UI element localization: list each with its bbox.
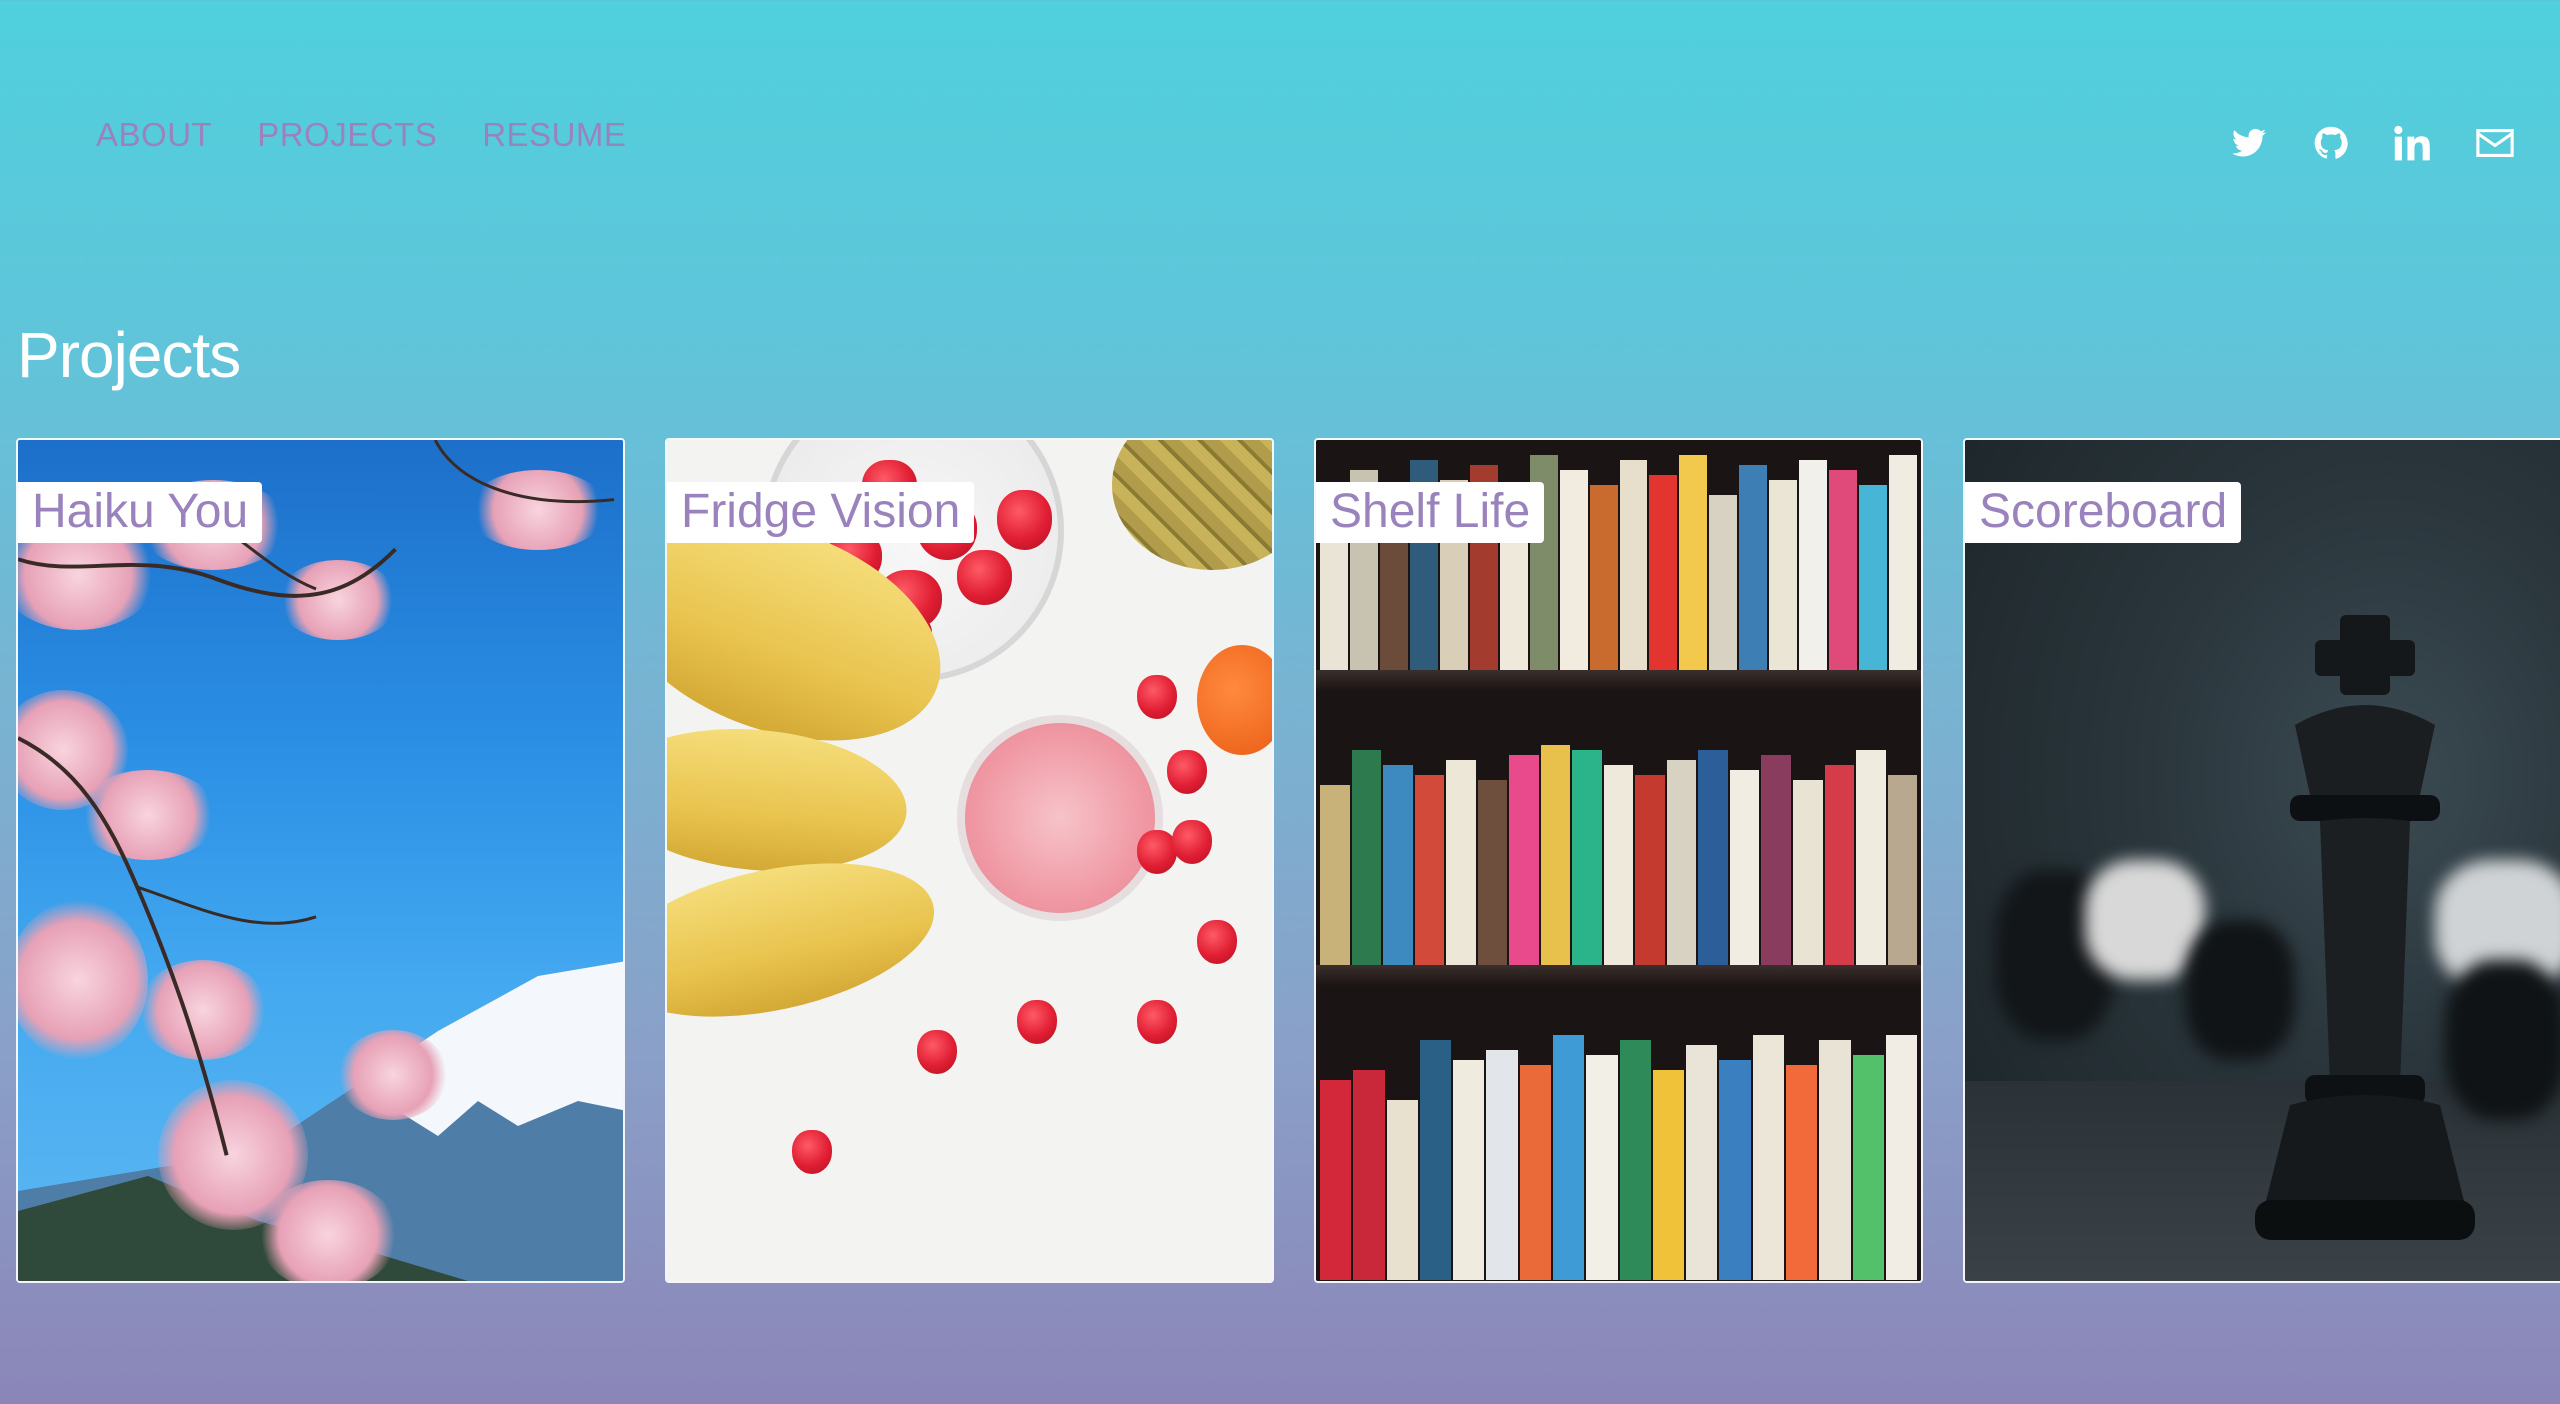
project-grid: Haiku You Fridge Vision Shelf Life Score… xyxy=(16,438,2560,1283)
page-title: Projects xyxy=(17,319,241,391)
social-links xyxy=(2230,124,2514,162)
nav-about-link[interactable]: ABOUT xyxy=(96,116,212,154)
project-card-fridge-vision[interactable]: Fridge Vision xyxy=(665,438,1274,1283)
chess-king-piece xyxy=(2255,615,2475,1240)
cherry-blossom-image xyxy=(18,440,623,1281)
project-title: Scoreboard xyxy=(1965,482,2242,543)
project-title: Shelf Life xyxy=(1316,482,1545,543)
nav-resume-link[interactable]: RESUME xyxy=(482,116,626,154)
bookshelf-image xyxy=(1316,440,1921,1281)
fruit-smoothie-image xyxy=(667,440,1272,1281)
twitter-icon[interactable] xyxy=(2230,124,2268,162)
project-card-haiku-you[interactable]: Haiku You xyxy=(16,438,625,1283)
main-nav: ABOUT PROJECTS RESUME xyxy=(96,116,626,154)
project-card-shelf-life[interactable]: Shelf Life xyxy=(1314,438,1923,1283)
mail-icon[interactable] xyxy=(2476,124,2514,162)
github-icon[interactable] xyxy=(2312,124,2350,162)
project-title: Haiku You xyxy=(18,482,263,543)
project-title: Fridge Vision xyxy=(667,482,975,543)
nav-projects-link[interactable]: PROJECTS xyxy=(257,116,437,154)
chess-king-image xyxy=(1965,440,2560,1281)
linkedin-icon[interactable] xyxy=(2394,124,2432,162)
project-card-scoreboard[interactable]: Scoreboard xyxy=(1963,438,2560,1283)
